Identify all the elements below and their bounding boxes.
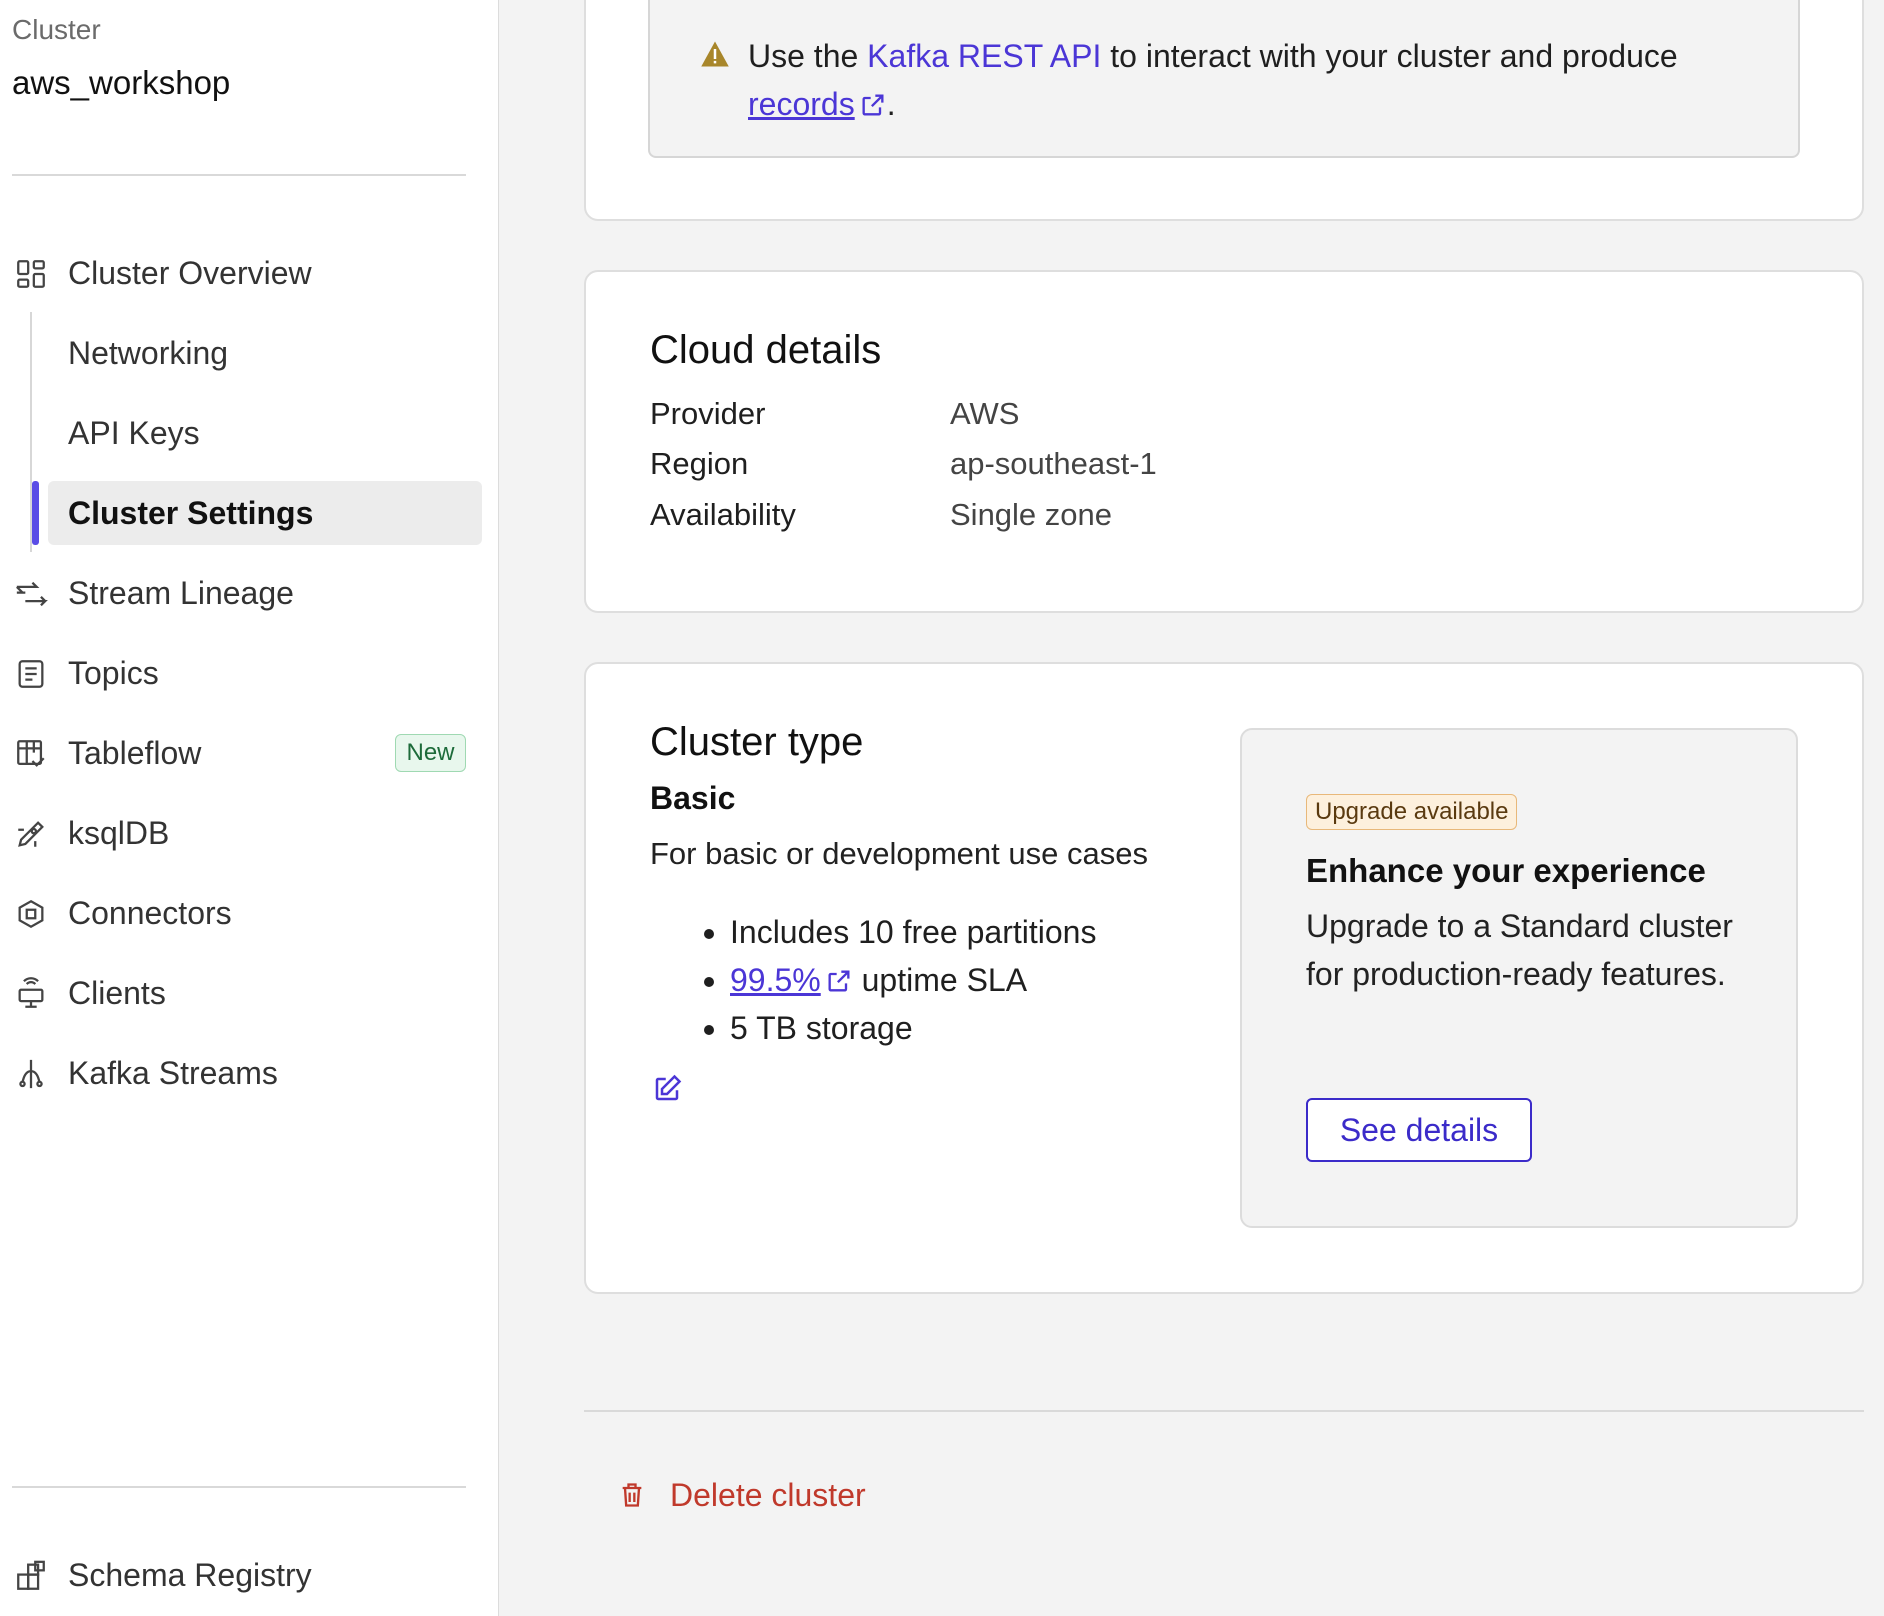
cluster-type-features: Includes 10 free partitions 99.5% uptime… xyxy=(730,908,1096,1052)
tableflow-icon xyxy=(17,740,45,767)
kafka-rest-api-link[interactable]: Kafka REST API xyxy=(867,38,1101,74)
clients-icon xyxy=(18,977,44,1008)
connectors-icon xyxy=(18,899,44,929)
region-label: Region xyxy=(650,446,749,481)
feature-storage: 5 TB storage xyxy=(730,1004,1096,1052)
cluster-label: Cluster xyxy=(12,14,101,45)
cloud-details-title: Cloud details xyxy=(650,328,882,372)
feature-partitions: Includes 10 free partitions xyxy=(730,908,1096,956)
delete-cluster-button[interactable]: Delete cluster xyxy=(618,1472,866,1518)
cloud-details-card xyxy=(584,270,1864,613)
sla-text: uptime SLA xyxy=(861,962,1028,998)
sidebar-item-label: ksqlDB xyxy=(68,815,170,851)
trash-icon xyxy=(622,1483,642,1507)
streams-icon xyxy=(19,1059,43,1089)
cluster-type-title: Cluster type xyxy=(650,720,864,764)
lineage-icon xyxy=(16,581,48,607)
provider-label: Provider xyxy=(650,396,766,431)
sidebar-item-clients[interactable]: Clients xyxy=(0,961,480,1025)
sidebar-item-label: Networking xyxy=(68,335,229,371)
dashboard-icon xyxy=(17,260,45,288)
upgrade-title: Enhance your experience xyxy=(1306,852,1706,889)
sidebar-item-topics[interactable]: Topics xyxy=(0,641,480,705)
region-value: ap-southeast-1 xyxy=(950,446,1157,481)
sidebar-item-label: Stream Lineage xyxy=(68,575,294,611)
sidebar-item-networking[interactable]: Networking xyxy=(0,321,480,385)
sidebar-item-label: Connectors xyxy=(68,895,232,931)
schema-registry-icon xyxy=(17,1560,45,1590)
cluster-type-name: Basic xyxy=(650,780,736,816)
sidebar-item-label: Cluster Settings xyxy=(68,495,314,531)
main-divider xyxy=(584,1410,1864,1412)
sidebar-item-kafka-streams[interactable]: Kafka Streams xyxy=(0,1041,480,1105)
edit-icon[interactable] xyxy=(652,1074,682,1104)
sidebar-divider xyxy=(12,174,466,176)
sidebar-item-label: Tableflow xyxy=(68,735,202,771)
sidebar-item-label: Schema Registry xyxy=(68,1557,312,1593)
notice-text: Use the Kafka REST API to interact with … xyxy=(748,32,1758,128)
notice-suffix: . xyxy=(886,86,896,122)
see-details-button[interactable]: See details xyxy=(1306,1098,1532,1162)
sidebar-divider-bottom xyxy=(12,1486,466,1488)
sidebar-item-label: Topics xyxy=(68,655,159,691)
sidebar-item-label: Cluster Overview xyxy=(68,255,312,291)
external-link-icon[interactable] xyxy=(825,967,853,995)
rocket-icon xyxy=(18,821,44,847)
cluster-type-description: For basic or development use cases xyxy=(650,836,1148,871)
provider-value: AWS xyxy=(950,396,1020,431)
sidebar-item-cluster-settings[interactable]: Cluster Settings xyxy=(0,481,480,545)
sidebar-item-connectors[interactable]: Connectors xyxy=(0,881,480,945)
upgrade-body: Upgrade to a Standard cluster for produc… xyxy=(1306,908,1733,992)
sidebar-item-cluster-overview[interactable]: Cluster Overview xyxy=(0,241,480,305)
notice-middle: to interact with your cluster and produc… xyxy=(1101,38,1678,74)
sidebar-item-api-keys[interactable]: API Keys xyxy=(0,401,480,465)
availability-label: Availability xyxy=(650,497,796,532)
notice-prefix: Use the xyxy=(748,38,868,74)
sidebar-item-schema-registry[interactable]: Schema Registry xyxy=(0,1543,480,1607)
sidebar-item-stream-lineage[interactable]: Stream Lineage xyxy=(0,561,480,625)
sla-link[interactable]: 99.5% xyxy=(730,962,821,998)
feature-sla: 99.5% uptime SLA xyxy=(730,956,1096,1004)
records-link[interactable]: records xyxy=(748,86,855,122)
upgrade-available-badge: Upgrade available xyxy=(1306,794,1518,830)
warning-icon xyxy=(701,41,729,67)
external-link-icon[interactable] xyxy=(859,91,887,119)
rest-api-notice: Use the Kafka REST API to interact with … xyxy=(648,0,1800,158)
topics-icon xyxy=(18,660,44,688)
sidebar-item-label: API Keys xyxy=(68,415,200,451)
delete-cluster-label: Delete cluster xyxy=(670,1476,866,1513)
new-badge: New xyxy=(395,734,466,772)
sidebar-item-label: Clients xyxy=(68,975,166,1011)
availability-value: Single zone xyxy=(950,497,1113,532)
sidebar-item-ksqldb[interactable]: ksqlDB xyxy=(0,801,480,865)
cluster-name: aws_workshop xyxy=(12,64,231,101)
sidebar-item-label: Kafka Streams xyxy=(68,1055,278,1091)
sidebar: Cluster aws_workshop Cluster Overview Ne… xyxy=(0,0,499,1616)
